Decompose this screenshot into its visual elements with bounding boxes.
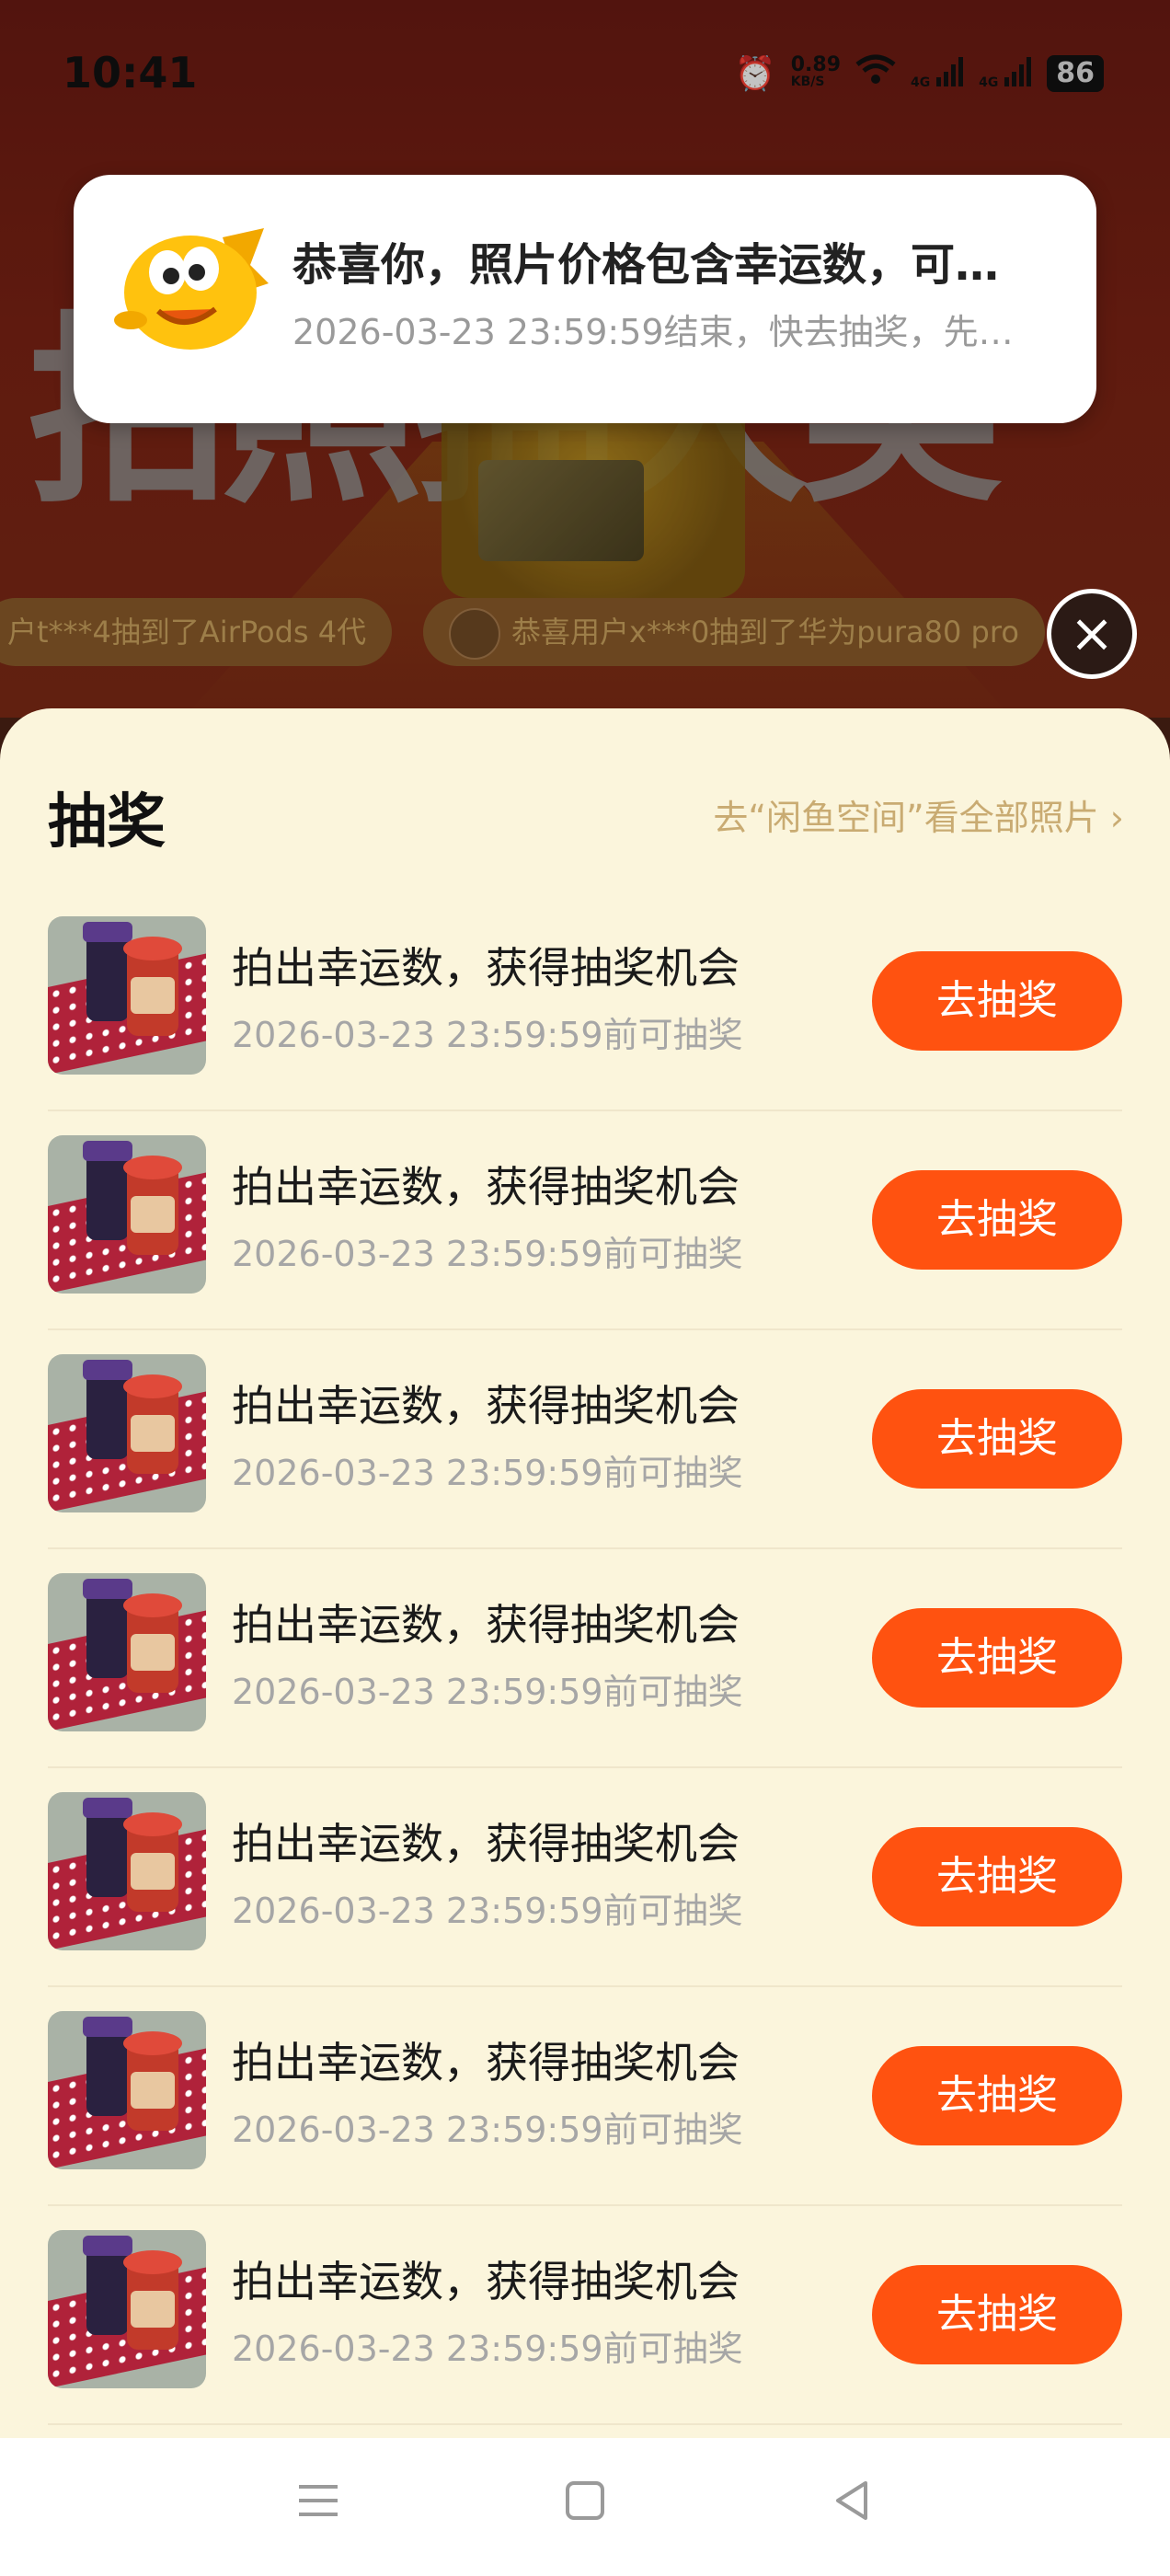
draw-button[interactable]: 去抽奖 bbox=[872, 1608, 1122, 1708]
notification-body: 2026-03-23 23:59:59结束，快去抽奖，先… bbox=[292, 312, 1014, 352]
photo-thumbnail[interactable] bbox=[48, 2230, 206, 2388]
draw-button[interactable]: 去抽奖 bbox=[872, 1170, 1122, 1270]
lottery-list: 拍出幸运数，获得抽奖机会 2026-03-23 23:59:59前可抽奖 去抽奖… bbox=[48, 892, 1122, 2425]
home-icon[interactable] bbox=[548, 2475, 622, 2539]
item-deadline: 2026-03-23 23:59:59前可抽奖 bbox=[232, 1672, 743, 1712]
list-item: 拍出幸运数，获得抽奖机会 2026-03-23 23:59:59前可抽奖 去抽奖 bbox=[48, 1768, 1122, 1987]
item-title: 拍出幸运数，获得抽奖机会 bbox=[232, 1381, 740, 1431]
photo-thumbnail[interactable] bbox=[48, 1792, 206, 1950]
draw-button[interactable]: 去抽奖 bbox=[872, 2046, 1122, 2145]
item-title: 拍出幸运数，获得抽奖机会 bbox=[232, 2257, 740, 2306]
close-icon[interactable]: × bbox=[1047, 589, 1137, 679]
back-icon[interactable] bbox=[815, 2475, 889, 2539]
list-item: 拍出幸运数，获得抽奖机会 2026-03-23 23:59:59前可抽奖 去抽奖 bbox=[48, 1330, 1122, 1549]
sheet-title: 抽奖 bbox=[48, 788, 166, 857]
photo-thumbnail[interactable] bbox=[48, 1135, 206, 1294]
draw-button[interactable]: 去抽奖 bbox=[872, 2265, 1122, 2364]
list-item: 拍出幸运数，获得抽奖机会 2026-03-23 23:59:59前可抽奖 去抽奖 bbox=[48, 1549, 1122, 1768]
menu-icon[interactable] bbox=[281, 2475, 355, 2539]
item-title: 拍出幸运数，获得抽奖机会 bbox=[232, 943, 740, 993]
item-deadline: 2026-03-23 23:59:59前可抽奖 bbox=[232, 2329, 743, 2369]
close-button[interactable]: × bbox=[1047, 589, 1170, 679]
list-item: 拍出幸运数，获得抽奖机会 2026-03-23 23:59:59前可抽奖 去抽奖 bbox=[48, 2206, 1122, 2425]
notification-banner[interactable]: 恭喜你，照片价格包含幸运数，可… 2026-03-23 23:59:59结束，快… bbox=[74, 175, 1096, 423]
item-title: 拍出幸运数，获得抽奖机会 bbox=[232, 1819, 740, 1869]
chevron-right-icon: › bbox=[1098, 798, 1124, 838]
lottery-sheet: 抽奖 去“闲鱼空间”看全部照片 › 拍出幸运数，获得抽奖机会 2026-03-2… bbox=[0, 708, 1170, 2438]
fish-mascot-icon bbox=[114, 228, 269, 350]
item-deadline: 2026-03-23 23:59:59前可抽奖 bbox=[232, 1453, 743, 1493]
draw-button[interactable]: 去抽奖 bbox=[872, 1827, 1122, 1926]
photo-thumbnail[interactable] bbox=[48, 1354, 206, 1512]
draw-button[interactable]: 去抽奖 bbox=[872, 951, 1122, 1051]
item-title: 拍出幸运数，获得抽奖机会 bbox=[232, 1600, 740, 1650]
view-all-photos-link[interactable]: 去“闲鱼空间”看全部照片 › bbox=[713, 789, 1124, 840]
item-title: 拍出幸运数，获得抽奖机会 bbox=[232, 1162, 740, 1212]
item-deadline: 2026-03-23 23:59:59前可抽奖 bbox=[232, 1891, 743, 1931]
list-item: 拍出幸运数，获得抽奖机会 2026-03-23 23:59:59前可抽奖 去抽奖 bbox=[48, 1987, 1122, 2206]
photo-thumbnail[interactable] bbox=[48, 2011, 206, 2169]
list-item: 拍出幸运数，获得抽奖机会 2026-03-23 23:59:59前可抽奖 去抽奖 bbox=[48, 892, 1122, 1111]
photo-thumbnail[interactable] bbox=[48, 1573, 206, 1731]
item-deadline: 2026-03-23 23:59:59前可抽奖 bbox=[232, 1234, 743, 1274]
notification-title: 恭喜你，照片价格包含幸运数，可… bbox=[292, 239, 1000, 291]
draw-button[interactable]: 去抽奖 bbox=[872, 1389, 1122, 1489]
system-nav-bar bbox=[0, 2438, 1170, 2576]
photo-thumbnail[interactable] bbox=[48, 916, 206, 1075]
item-title: 拍出幸运数，获得抽奖机会 bbox=[232, 2038, 740, 2087]
list-item: 拍出幸运数，获得抽奖机会 2026-03-23 23:59:59前可抽奖 去抽奖 bbox=[48, 1111, 1122, 1330]
item-deadline: 2026-03-23 23:59:59前可抽奖 bbox=[232, 1015, 743, 1055]
item-deadline: 2026-03-23 23:59:59前可抽奖 bbox=[232, 2110, 743, 2150]
view-all-photos-label: 去“闲鱼空间”看全部照片 bbox=[713, 798, 1099, 838]
